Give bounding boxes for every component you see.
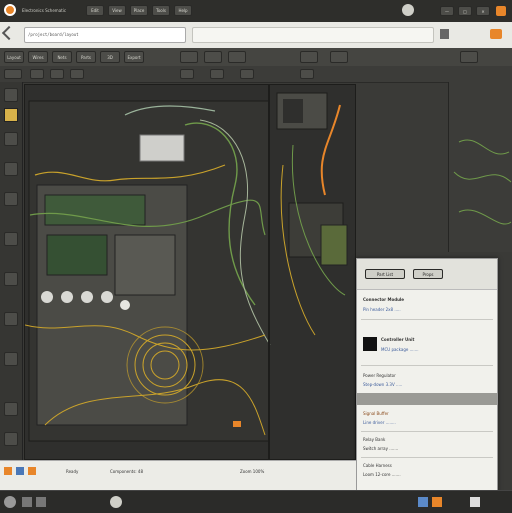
part-item-6[interactable]: Cable Harness Loom 12-core ....... (361, 461, 493, 483)
left-tool-color-icon[interactable] (4, 108, 18, 122)
minimize-button[interactable]: — (440, 6, 454, 16)
left-tool-4[interactable] (4, 192, 18, 206)
parts-panel-header: Part List Props (357, 259, 497, 290)
status-blue-icon[interactable] (16, 467, 24, 475)
app-logo-icon (4, 4, 16, 16)
tab-parts[interactable]: Parts (76, 51, 96, 63)
right-column (448, 82, 512, 252)
tool-button-c[interactable] (228, 51, 246, 63)
tab-wires[interactable]: Wires (28, 51, 48, 63)
menu-edit[interactable]: Edit (86, 5, 104, 16)
url-field[interactable]: /project/board/layout (24, 27, 186, 43)
orange-accent-icon (496, 6, 506, 16)
tray-icon-1[interactable] (418, 497, 428, 507)
subtool-4[interactable] (70, 69, 84, 79)
subtool-3[interactable] (50, 69, 64, 79)
subtool-2[interactable] (30, 69, 44, 79)
part-thumbnail-icon (363, 337, 377, 351)
subtool-1[interactable] (4, 69, 22, 79)
left-toolbar (0, 82, 23, 460)
menu-help[interactable]: Help (174, 5, 192, 16)
subtool-5[interactable] (180, 69, 194, 79)
part-item-2[interactable]: Controller Unit MCU package ....... (361, 335, 493, 366)
tool-strip: Layout Wires Nets Parts 3D Export (0, 48, 512, 67)
tool-button-b[interactable] (204, 51, 222, 63)
start-icon[interactable] (4, 496, 16, 508)
tool-button-f[interactable] (460, 51, 478, 63)
part-item-title: Connector Module (363, 297, 405, 302)
tab-3d[interactable]: 3D (100, 51, 120, 63)
orange-tab-icon[interactable] (490, 29, 502, 39)
status-middle-text: Components: 48 (110, 469, 144, 474)
part-item-title: Cable Harness (363, 463, 392, 468)
settings-icon[interactable] (402, 4, 414, 16)
part-item-1[interactable]: Connector Module Pin header 2x8 ..... (361, 295, 493, 320)
panel-tab-parts[interactable]: Part List (365, 269, 405, 279)
left-tool-2[interactable] (4, 132, 18, 146)
status-left-text: Ready (66, 469, 79, 474)
part-item-5[interactable]: Relay Bank Switch array ....... (361, 435, 493, 458)
tool-button-e[interactable] (330, 51, 348, 63)
tab-layout[interactable]: Layout (4, 51, 24, 63)
part-item-detail: Pin header 2x8 ..... (363, 307, 401, 312)
part-item-3[interactable]: Power Regulator Step-down 3.3V ..... (361, 371, 493, 391)
left-tool-10[interactable] (4, 432, 18, 446)
schematic-drawing (25, 85, 348, 459)
left-tool-6[interactable] (4, 272, 18, 286)
sub-tool-strip (0, 66, 512, 83)
left-tool-3[interactable] (4, 162, 18, 176)
status-orange-icon[interactable] (4, 467, 12, 475)
menu-place[interactable]: Place (130, 5, 148, 16)
status-orange-icon-2[interactable] (28, 467, 36, 475)
panel-tab-props[interactable]: Props (413, 269, 443, 279)
menu-view[interactable]: View (108, 5, 126, 16)
title-bar: Electronics Schematic Edit View Place To… (0, 0, 512, 23)
part-item-title: Power Regulator (363, 373, 396, 378)
parts-panel: Part List Props Connector Module Pin hea… (356, 258, 498, 492)
bookmark-icon[interactable] (440, 29, 449, 39)
part-item-detail: Loom 12-core ....... (363, 472, 401, 477)
part-item-detail: Switch array ....... (363, 446, 399, 451)
tray-icon-2[interactable] (432, 497, 442, 507)
schematic-canvas[interactable] (24, 84, 356, 460)
part-item-title: Controller Unit (381, 337, 415, 342)
part-item-title: Signal Buffer (363, 411, 389, 416)
taskbar-app-icon-2[interactable] (36, 497, 46, 507)
status-right-text: Zoom 100% (240, 469, 265, 474)
taskbar-app-icon-3[interactable] (110, 496, 122, 508)
left-tool-1[interactable] (4, 88, 18, 102)
left-tool-7[interactable] (4, 312, 18, 326)
url-text: /project/board/layout (28, 32, 79, 37)
address-bar: /project/board/layout (0, 22, 512, 49)
tray-icon-3[interactable] (470, 497, 480, 507)
menu-tools[interactable]: Tools (152, 5, 170, 16)
close-button[interactable]: ✕ (476, 6, 490, 16)
tab-export[interactable]: Export (124, 51, 144, 63)
app-title: Electronics Schematic (22, 8, 67, 13)
taskbar-app-icon-1[interactable] (22, 497, 32, 507)
right-column-wires (453, 139, 512, 225)
part-item-detail: Line driver ........ (363, 420, 396, 425)
left-tool-9[interactable] (4, 402, 18, 416)
taskbar (0, 490, 512, 513)
secondary-field[interactable] (192, 27, 434, 43)
tool-button-d[interactable] (300, 51, 318, 63)
tab-nets[interactable]: Nets (52, 51, 72, 63)
part-item-detail: Step-down 3.3V ..... (363, 382, 403, 387)
subtool-7[interactable] (240, 69, 254, 79)
part-item-detail: MCU package ....... (381, 347, 419, 352)
panel-divider-bar (357, 393, 497, 405)
left-tool-8[interactable] (4, 352, 18, 366)
status-bar: Ready Components: 48 Zoom 100% (0, 460, 356, 491)
subtool-6[interactable] (210, 69, 224, 79)
left-tool-5[interactable] (4, 232, 18, 246)
tool-button-a[interactable] (180, 51, 198, 63)
part-item-4[interactable]: Signal Buffer Line driver ........ (361, 409, 493, 432)
part-item-title: Relay Bank (363, 437, 386, 442)
back-icon[interactable] (1, 25, 17, 41)
maximize-button[interactable]: □ (458, 6, 472, 16)
subtool-8[interactable] (300, 69, 314, 79)
